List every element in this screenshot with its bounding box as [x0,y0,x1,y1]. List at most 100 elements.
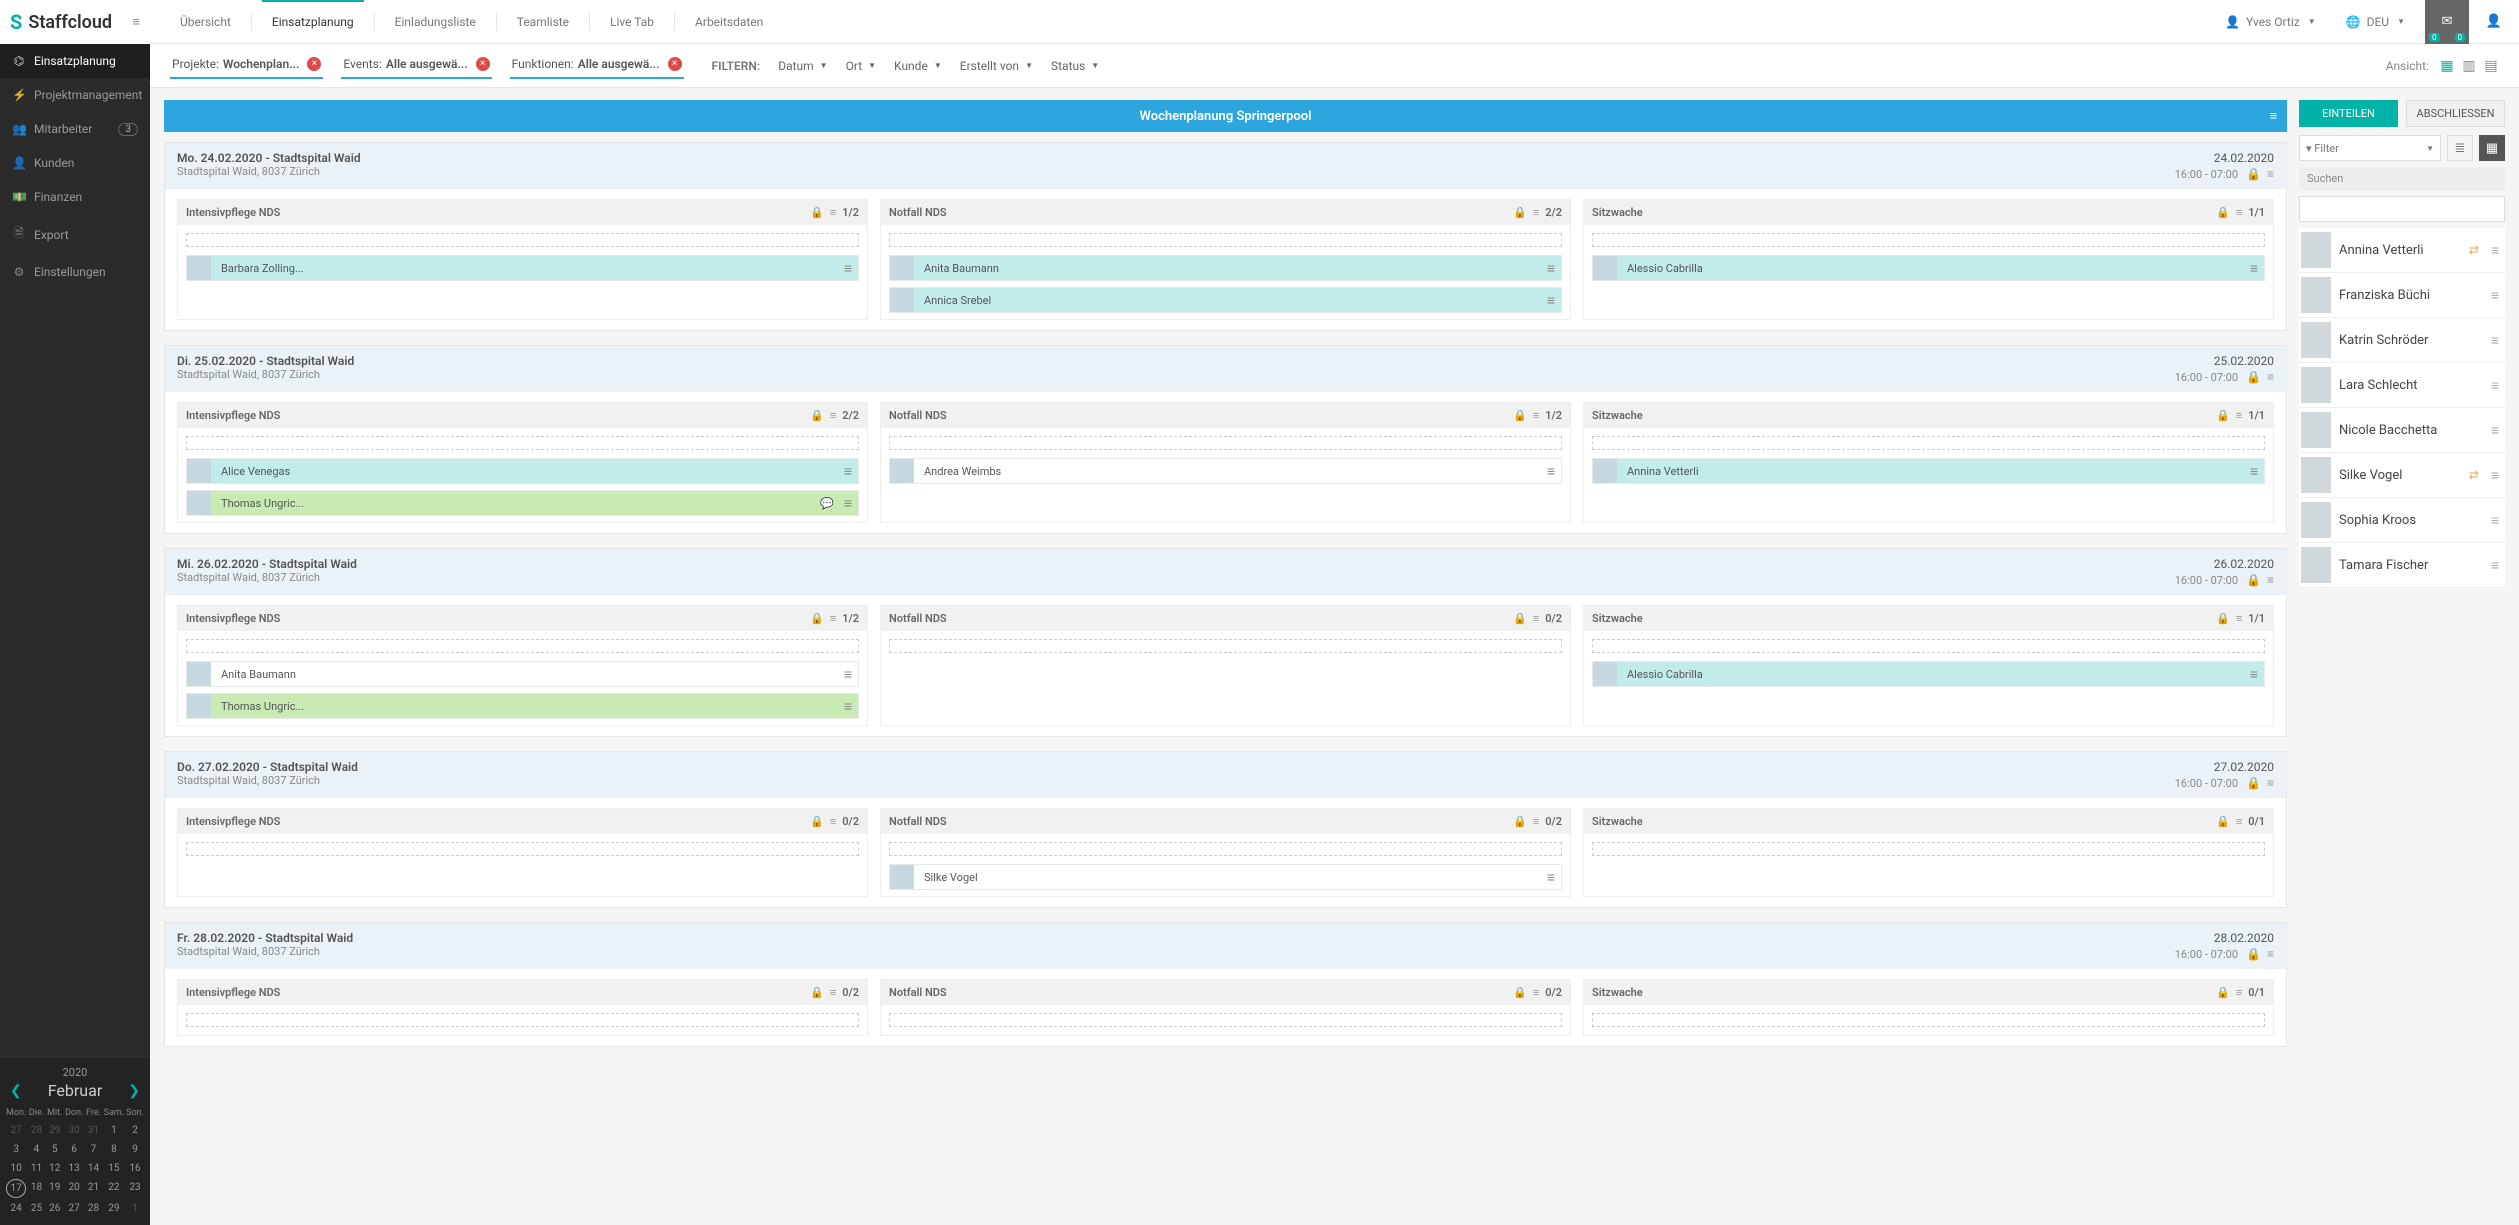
staff-row[interactable]: Alessio Cabrilla≡ [1592,661,2265,687]
staff-row[interactable]: Annica Srebel≡ [889,287,1562,313]
shift-header[interactable]: Sitzwache🔒≡1/1 [1584,403,2273,428]
user-menu-button[interactable]: 👤 Yves Ortiz ▼ [2215,7,2326,37]
calendar-day[interactable]: 20 [65,1179,83,1198]
staff-row[interactable]: Anita Baumann≡ [889,255,1562,281]
lock-icon[interactable]: 🔒 [2246,947,2261,961]
shift-header[interactable]: Notfall NDS🔒≡1/2 [881,403,1570,428]
person-item[interactable]: Lara Schlecht≡ [2299,363,2505,408]
filter-option-status[interactable]: Status ▼ [1051,59,1099,73]
view-grid-icon[interactable]: ▦ [2439,58,2455,74]
filter-segment[interactable]: Events:Alle ausgewä...× [341,53,491,79]
project-banner[interactable]: Wochenplanung Springerpool ≡ [164,100,2287,132]
lock-icon[interactable]: 🔒 [810,409,824,422]
lock-icon[interactable]: 🔒 [1513,409,1527,422]
person-menu-icon[interactable]: ≡ [2491,422,2499,439]
calendar-day[interactable]: 15 [104,1160,125,1177]
sidebar-item-einsatzplanung[interactable]: ⌬Einsatzplanung [0,44,150,78]
calendar-day[interactable]: 18 [28,1179,44,1198]
menu-icon[interactable]: ≡ [2236,986,2242,999]
row-menu-icon[interactable]: ≡ [844,463,858,480]
calendar-day[interactable]: 11 [28,1160,44,1177]
dropzone[interactable] [889,233,1562,247]
dropzone[interactable] [1592,842,2265,856]
top-tab-teamliste[interactable]: Teamliste [497,1,589,43]
calendar-day[interactable]: 27 [6,1122,26,1139]
clear-filter-icon[interactable]: × [476,57,490,71]
top-tab-arbeitsdaten[interactable]: Arbeitsdaten [675,1,783,43]
row-menu-icon[interactable]: ≡ [2250,666,2264,683]
dropzone[interactable] [186,639,859,653]
lock-icon[interactable]: 🔒 [1513,206,1527,219]
person-menu-icon[interactable]: ≡ [2491,557,2499,574]
row-menu-icon[interactable]: ≡ [844,495,858,512]
calendar-day[interactable]: 28 [28,1122,44,1139]
calendar-day[interactable]: 1 [104,1122,125,1139]
lock-icon[interactable]: 🔒 [1513,986,1527,999]
event-header[interactable]: Di. 25.02.2020 - Stadtspital WaidStadtsp… [165,346,2286,392]
menu-icon[interactable]: ≡ [1533,206,1539,219]
row-menu-icon[interactable]: ≡ [1547,260,1561,277]
shift-header[interactable]: Sitzwache🔒≡0/1 [1584,980,2273,1005]
filter-option-kunde[interactable]: Kunde ▼ [894,59,942,73]
staff-row[interactable]: Barbara Zolling...≡ [186,255,859,281]
sidebar-item-export[interactable]: 🗎Export [0,214,150,255]
staff-row[interactable]: Thomas Ungric...≡ [186,693,859,719]
calendar-day[interactable]: 19 [47,1179,63,1198]
dropzone[interactable] [186,233,859,247]
lock-icon[interactable]: 🔒 [2216,986,2230,999]
menu-icon[interactable]: ≡ [830,409,836,422]
dropzone[interactable] [186,1013,859,1027]
shift-header[interactable]: Intensivpflege NDS🔒≡1/2 [178,200,867,225]
shift-header[interactable]: Sitzwache🔒≡0/1 [1584,809,2273,834]
person-item[interactable]: Sophia Kroos≡ [2299,498,2505,543]
sidebar-item-projektmanagement[interactable]: ⚡Projektmanagement [0,78,150,112]
sidebar-item-mitarbeiter[interactable]: 👥Mitarbeiter3 [0,112,150,146]
shift-header[interactable]: Intensivpflege NDS🔒≡2/2 [178,403,867,428]
shift-header[interactable]: Sitzwache🔒≡1/1 [1584,606,2273,631]
clear-filter-icon[interactable]: × [307,57,321,71]
lock-icon[interactable]: 🔒 [810,815,824,828]
person-menu-icon[interactable]: ≡ [2491,242,2499,259]
staff-row[interactable]: Anita Baumann≡ [186,661,859,687]
dropzone[interactable] [889,639,1562,653]
staff-row[interactable]: Thomas Ungric...💬≡ [186,490,859,516]
filter-segment[interactable]: Funktionen:Alle ausgewä...× [510,53,684,79]
view-grid-icon[interactable]: ▦ [2479,135,2505,161]
lock-icon[interactable]: 🔒 [1513,612,1527,625]
calendar-day[interactable]: 16 [126,1160,144,1177]
shift-header[interactable]: Notfall NDS🔒≡0/2 [881,606,1570,631]
menu-icon[interactable]: ≡ [830,986,836,999]
lock-icon[interactable]: 🔒 [1513,815,1527,828]
row-menu-icon[interactable]: ≡ [2250,260,2264,277]
filter-option-erstellt von[interactable]: Erstellt von ▼ [960,59,1033,73]
menu-icon[interactable]: ≡ [2267,370,2274,384]
dropzone[interactable] [186,842,859,856]
lock-icon[interactable]: 🔒 [2246,776,2261,790]
dropzone[interactable] [1592,639,2265,653]
person-item[interactable]: Katrin Schröder≡ [2299,318,2505,363]
shift-header[interactable]: Sitzwache🔒≡1/1 [1584,200,2273,225]
calendar-day[interactable]: 31 [85,1122,101,1139]
view-calendar-icon[interactable]: ▤ [2483,58,2499,74]
close-tab[interactable]: ABSCHLIESSEN [2406,100,2505,127]
staff-row[interactable]: Andrea Weimbs≡ [889,458,1562,484]
top-tab-übersicht[interactable]: Übersicht [160,1,251,43]
mail-button[interactable]: ✉ 0 0 [2425,0,2469,44]
event-header[interactable]: Mi. 26.02.2020 - Stadtspital WaidStadtsp… [165,549,2286,595]
calendar-day[interactable]: 21 [85,1179,101,1198]
calendar-day[interactable]: 17 [6,1179,26,1198]
row-menu-icon[interactable]: ≡ [1547,463,1561,480]
calendar-day[interactable]: 12 [47,1160,63,1177]
dropzone[interactable] [1592,1013,2265,1027]
filter-option-ort[interactable]: Ort ▼ [846,59,876,73]
top-tab-einsatzplanung[interactable]: Einsatzplanung [252,1,374,43]
menu-icon[interactable]: ≡ [2236,206,2242,219]
dropzone[interactable] [889,436,1562,450]
calendar-day[interactable]: 27 [65,1200,83,1217]
calendar-day[interactable]: 25 [28,1200,44,1217]
clear-filter-icon[interactable]: × [668,57,682,71]
calendar-day[interactable]: 29 [104,1200,125,1217]
calendar-day[interactable]: 4 [28,1141,44,1158]
menu-icon[interactable]: ≡ [2267,167,2274,181]
view-list-icon[interactable]: ≣ [2447,135,2473,161]
